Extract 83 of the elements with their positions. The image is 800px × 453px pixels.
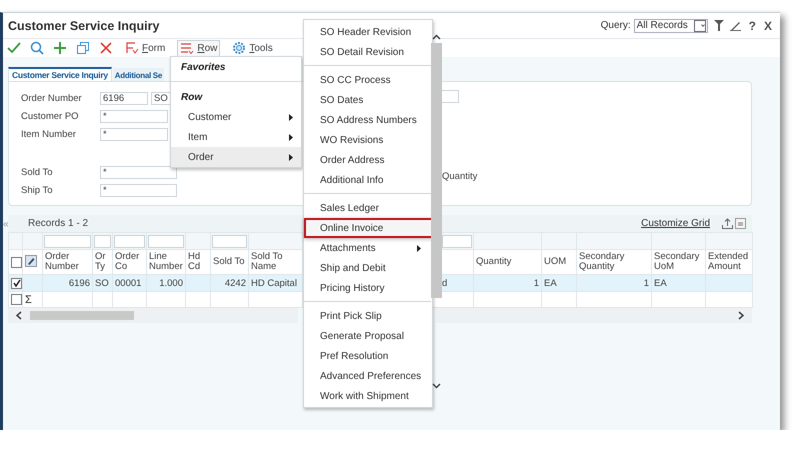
edit-icon[interactable]: [25, 254, 37, 266]
delete-icon[interactable]: [99, 41, 113, 55]
field-label: Ship To: [21, 184, 54, 196]
filter-field[interactable]: [44, 234, 91, 248]
menu-item[interactable]: Ship and Debit: [304, 258, 432, 278]
menu-item[interactable]: Generate Proposal: [304, 326, 432, 346]
close-button[interactable]: X: [764, 18, 772, 32]
row-button[interactable]: Row: [177, 40, 220, 56]
table-cell: 4242: [224, 278, 246, 288]
table-cell: EA: [654, 278, 667, 288]
table-cell: 1.000: [159, 278, 183, 288]
table-cell: d: [442, 278, 448, 288]
table-cell: 6196: [68, 278, 90, 288]
tab[interactable]: Additional Se: [112, 68, 164, 81]
menu-item[interactable]: Sales Ledger: [304, 198, 432, 218]
menu-item[interactable]: Pref Resolution: [304, 346, 432, 366]
table-cell: 1: [644, 278, 649, 288]
tools-button[interactable]: Tools: [229, 40, 276, 56]
form-button[interactable]: Form: [122, 40, 168, 56]
field-label: Quantity: [442, 171, 478, 182]
checkbox[interactable]: [11, 256, 22, 268]
checkbox[interactable]: [11, 278, 22, 288]
horizontal-scrollbar[interactable]: [436, 308, 752, 323]
field-label: Item Number: [21, 128, 77, 140]
gear-icon: [232, 41, 246, 55]
menu-item[interactable]: Customer: [171, 107, 301, 127]
filter-field[interactable]: [94, 234, 111, 248]
expand-icon[interactable]: [735, 218, 746, 229]
filter-field[interactable]: [148, 234, 184, 248]
menu-heading: Row: [180, 90, 204, 104]
field-label: Sold To: [21, 166, 54, 178]
table-cell: SO: [95, 278, 109, 288]
help-button[interactable]: ?: [748, 18, 756, 32]
input-field[interactable]: 6196: [100, 92, 148, 104]
menu-item[interactable]: Work with Shipment: [304, 386, 432, 406]
table-cell: EA: [544, 278, 557, 288]
menu-item[interactable]: Advanced Preferences: [304, 366, 432, 386]
sum-symbol: Σ: [25, 294, 32, 306]
checkbox[interactable]: [11, 294, 22, 305]
field-label: Customer PO: [21, 110, 80, 122]
input-field[interactable]: *: [100, 110, 168, 122]
menu-item[interactable]: Attachments: [304, 238, 432, 258]
input-field[interactable]: *: [100, 166, 177, 178]
check-icon: [12, 279, 20, 287]
table-cell: 1: [534, 278, 539, 288]
check-icon[interactable]: [7, 41, 21, 55]
plus-icon[interactable]: [53, 41, 67, 55]
filter-icon[interactable]: [714, 20, 724, 31]
scrollbar-thumb[interactable]: [30, 311, 134, 320]
field-label: Order Number: [21, 92, 83, 104]
filter-field[interactable]: [212, 234, 247, 248]
list-icon: [180, 41, 194, 55]
table-cell: 00001: [115, 278, 142, 288]
menu-item[interactable]: SO Dates: [304, 90, 432, 110]
menu-item[interactable]: Print Pick Slip: [304, 306, 432, 326]
input-field[interactable]: *: [100, 184, 177, 196]
input-field[interactable]: *: [100, 128, 168, 140]
menu-heading: Favorites: [180, 60, 226, 74]
pencil-icon[interactable]: [730, 20, 741, 31]
search-icon[interactable]: [30, 41, 44, 55]
tab[interactable]: Customer Service Inquiry: [8, 67, 112, 81]
horizontal-scrollbar[interactable]: [8, 308, 298, 323]
menu-item[interactable]: Additional Info: [304, 170, 432, 190]
export-icon[interactable]: [722, 218, 733, 229]
menu-item[interactable]: SO Detail Revision: [304, 42, 432, 62]
menu-item[interactable]: SO Header Revision: [304, 22, 432, 42]
menu-item[interactable]: WO Revisions: [304, 130, 432, 150]
menu-item[interactable]: Order Address: [304, 150, 432, 170]
caret-icon[interactable]: [700, 23, 705, 28]
menu-item[interactable]: Item: [171, 127, 301, 147]
menu-item[interactable]: Order: [171, 147, 301, 167]
query-label: Query:: [600, 20, 631, 31]
filter-field[interactable]: [442, 234, 472, 248]
window-title: Customer Service Inquiry: [8, 18, 160, 32]
filter-field[interactable]: [114, 234, 145, 248]
copy-icon[interactable]: [76, 41, 90, 55]
customize-grid-link[interactable]: Customize Grid: [641, 218, 710, 229]
record-count: Records 1 - 2: [28, 218, 88, 229]
query-select[interactable]: All Records: [634, 18, 708, 32]
menu-item[interactable]: Pricing History: [304, 278, 432, 298]
menu-item[interactable]: SO Address Numbers: [304, 110, 432, 130]
menu-item[interactable]: SO CC Process: [304, 70, 432, 90]
table-cell: HD Capital: [251, 278, 297, 288]
